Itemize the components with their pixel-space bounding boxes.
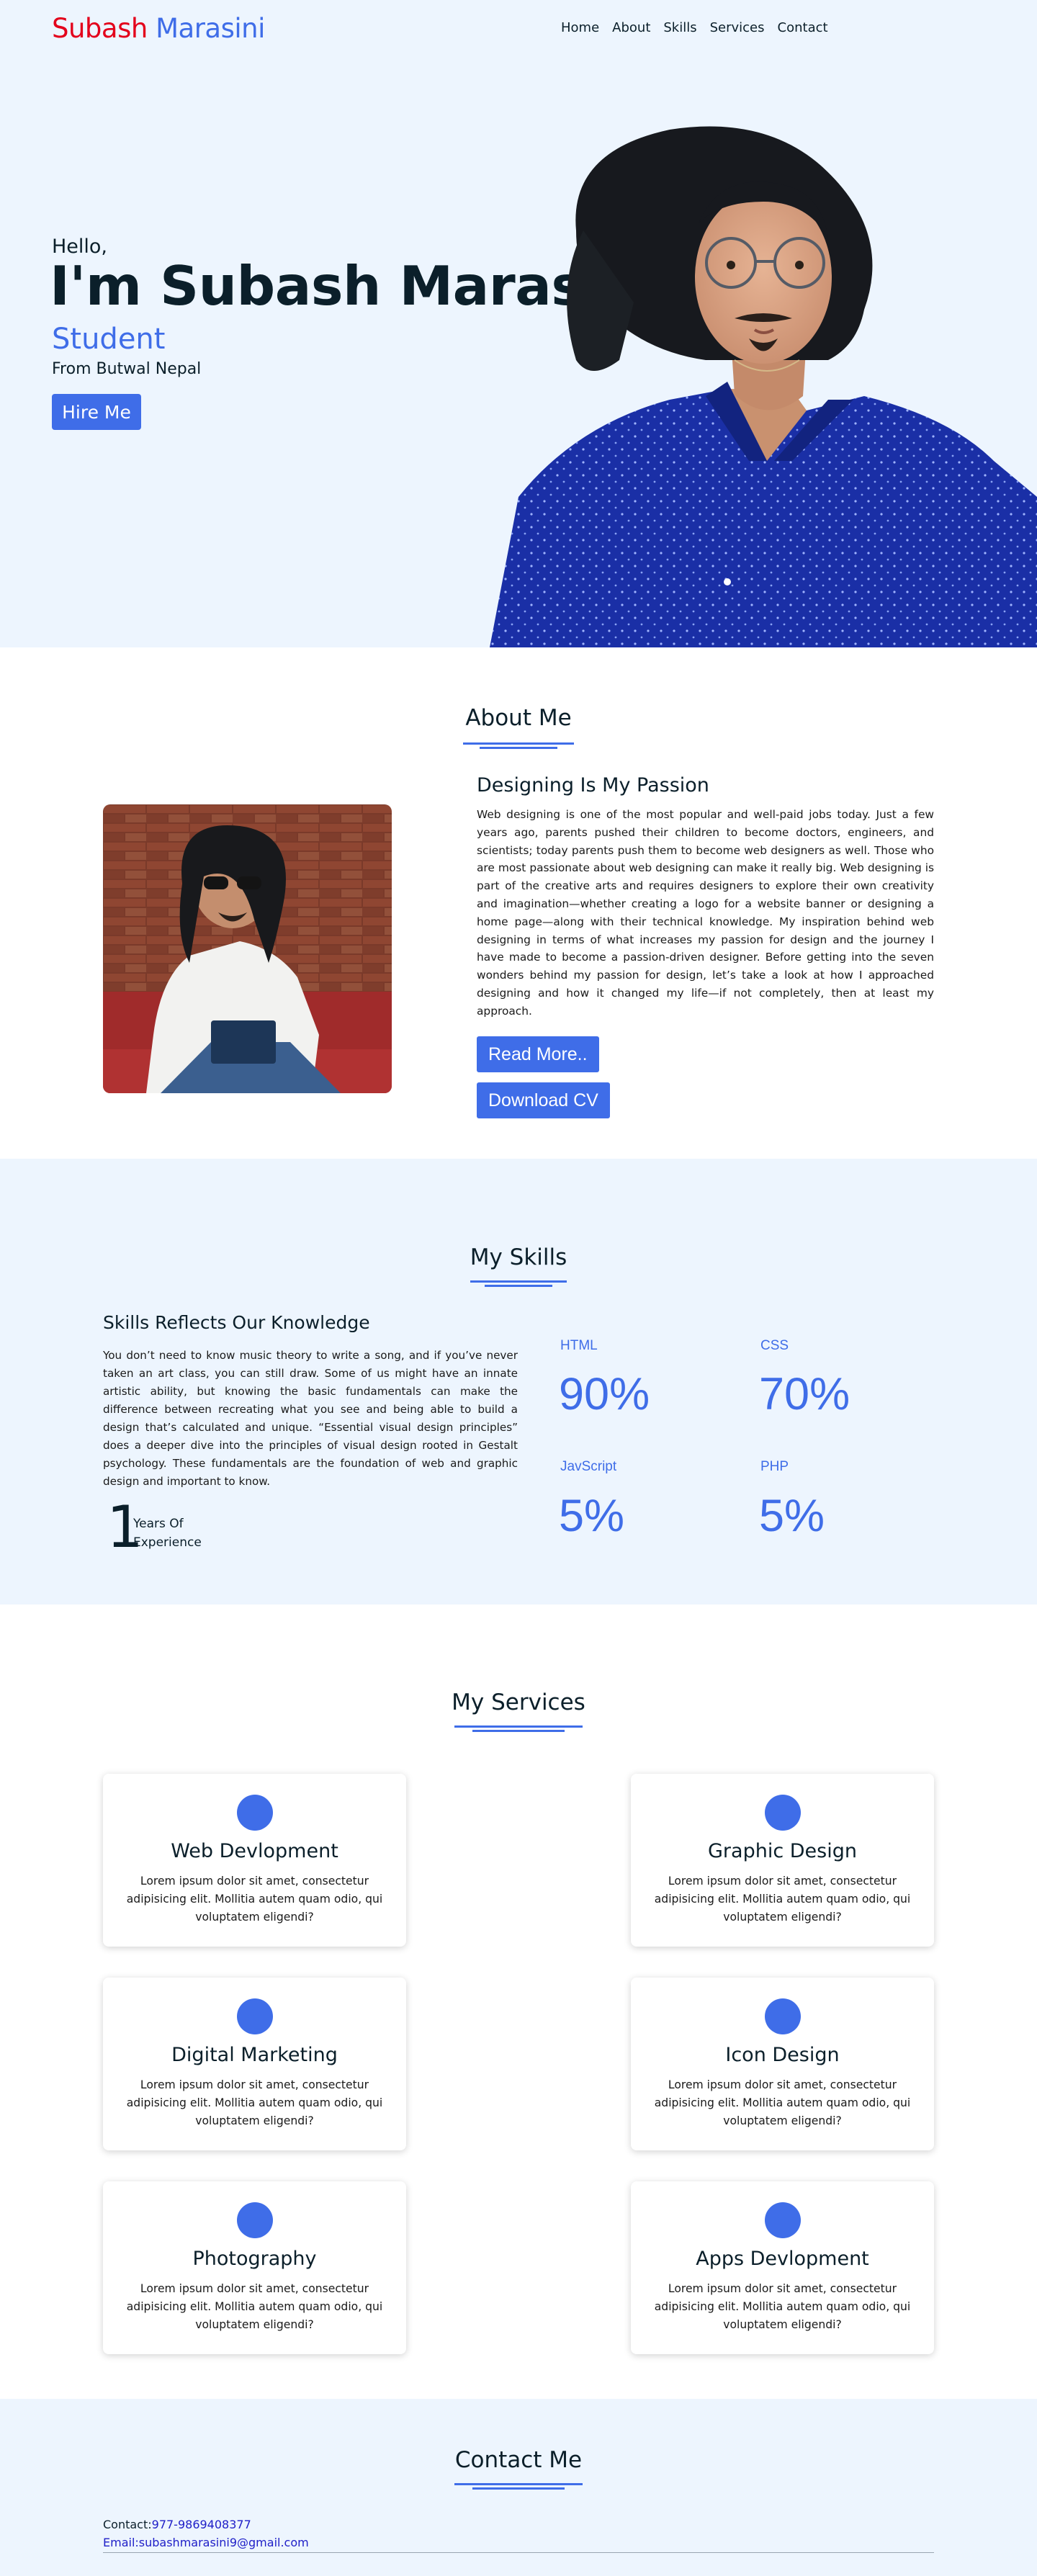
about-title-underline: [463, 742, 574, 745]
about-section: About Me Designing Is My Passion Web des…: [0, 647, 1037, 1159]
service-description: Lorem ipsum dolor sit amet, consectetur …: [126, 2078, 383, 2127]
about-paragraph: Web designing is one of the most popular…: [477, 808, 934, 1018]
service-icon: [765, 2202, 801, 2238]
skill-value-html: 90%: [559, 1369, 650, 1419]
service-title: Apps Devlopment: [696, 2248, 869, 2270]
service-title: Graphic Design: [708, 1840, 857, 1862]
about-title: About Me: [465, 705, 572, 731]
experience-label-line1: Years Of: [133, 1517, 184, 1531]
service-description: Lorem ipsum dolor sit amet, consectetur …: [126, 1875, 383, 1924]
skills-heading: Skills Reflects Our Knowledge: [103, 1312, 370, 1333]
services-title-underline-2: [472, 1730, 565, 1732]
service-icon: [765, 1795, 801, 1831]
service-icon: [237, 2202, 273, 2238]
hire-me-button[interactable]: Hire Me: [52, 394, 141, 430]
contact-email-line: Email:subashmarasini9@gmail.com: [103, 2536, 309, 2549]
skills-title: My Skills: [470, 1244, 567, 1270]
service-icon: [237, 1795, 273, 1831]
contact-divider: [103, 2552, 934, 2553]
service-card-icon-design[interactable]: Icon Design Lorem ipsum dolor sit amet, …: [631, 1978, 934, 2150]
service-description: Lorem ipsum dolor sit amet, consectetur …: [654, 1875, 911, 1924]
nav-link-about[interactable]: About: [612, 20, 650, 35]
skills-paragraph: You don’t need to know music theory to w…: [103, 1349, 518, 1488]
read-more-button[interactable]: Read More..: [477, 1036, 599, 1072]
about-heading: Designing Is My Passion: [477, 774, 709, 796]
contact-phone-line: Contact:977-9869408377: [103, 2518, 251, 2531]
contact-title-underline: [454, 2483, 583, 2485]
logo-last-name: Marasini: [156, 13, 265, 44]
logo-first-name: Subash: [52, 13, 148, 44]
service-description: Lorem ipsum dolor sit amet, consectetur …: [126, 2282, 383, 2331]
nav-link-home[interactable]: Home: [561, 20, 599, 35]
service-title: Photography: [192, 2248, 317, 2270]
skills-title-underline-2: [485, 1285, 552, 1287]
contact-title-underline-2: [472, 2487, 565, 2490]
skills-section: My Skills Skills Reflects Our Knowledge …: [0, 1159, 1037, 1605]
download-cv-button[interactable]: Download CV: [477, 1082, 610, 1118]
service-card-digital-marketing[interactable]: Digital Marketing Lorem ipsum dolor sit …: [103, 1978, 406, 2150]
service-description: Lorem ipsum dolor sit amet, consectetur …: [654, 2282, 911, 2331]
skills-title-underline: [470, 1280, 567, 1283]
hero-location: From Butwal Nepal: [52, 360, 202, 378]
experience-label-line2: Experience: [133, 1535, 202, 1550]
service-card-photography[interactable]: Photography Lorem ipsum dolor sit amet, …: [103, 2181, 406, 2354]
service-title: Web Devlopment: [171, 1840, 338, 1862]
service-description: Lorem ipsum dolor sit amet, consectetur …: [654, 2078, 911, 2127]
hero-portrait-image: [490, 126, 1037, 647]
services-title-underline: [454, 1725, 583, 1728]
services-section: My Services Web Devlopment Lorem ipsum d…: [0, 1605, 1037, 2399]
site-logo[interactable]: Subash Marasini: [52, 13, 265, 44]
service-title: Digital Marketing: [171, 2044, 338, 2066]
nav-link-services[interactable]: Services: [710, 20, 765, 35]
contact-title: Contact Me: [454, 2447, 583, 2473]
experience-label: Years Of Experience: [133, 1514, 202, 1552]
contact-phone-label: Contact:: [103, 2518, 152, 2531]
contact-section: Contact Me Contact:977-9869408377 Email:…: [0, 2399, 1037, 2576]
skill-name-javascript: JavScript: [560, 1459, 617, 1474]
service-title: Icon Design: [725, 2044, 840, 2066]
skill-name-css: CSS: [760, 1338, 789, 1353]
skill-name-php: PHP: [760, 1459, 789, 1474]
services-title: My Services: [452, 1689, 585, 1715]
about-photo-image: [103, 804, 392, 1093]
service-icon: [765, 1998, 801, 2034]
service-icon: [237, 1998, 273, 2034]
service-card-apps-development[interactable]: Apps Devlopment Lorem ipsum dolor sit am…: [631, 2181, 934, 2354]
skill-value-javascript: 5%: [559, 1491, 625, 1541]
skill-value-css: 70%: [759, 1369, 850, 1419]
service-card-web-development[interactable]: Web Devlopment Lorem ipsum dolor sit ame…: [103, 1774, 406, 1947]
main-nav: Home About Skills Services Contact: [561, 20, 828, 35]
nav-link-contact[interactable]: Contact: [778, 20, 828, 35]
hero-section: Subash Marasini Home About Skills Servic…: [0, 0, 1037, 647]
contact-phone-link[interactable]: 977-9869408377: [152, 2518, 251, 2531]
service-card-graphic-design[interactable]: Graphic Design Lorem ipsum dolor sit ame…: [631, 1774, 934, 1947]
skill-value-php: 5%: [759, 1491, 825, 1541]
contact-email-label: Email:: [103, 2536, 139, 2549]
about-title-underline-2: [480, 747, 557, 749]
hero-role: Student: [52, 323, 166, 356]
contact-email-link[interactable]: subashmarasini9@gmail.com: [139, 2536, 309, 2549]
nav-link-skills[interactable]: Skills: [663, 20, 696, 35]
skill-name-html: HTML: [560, 1338, 598, 1353]
